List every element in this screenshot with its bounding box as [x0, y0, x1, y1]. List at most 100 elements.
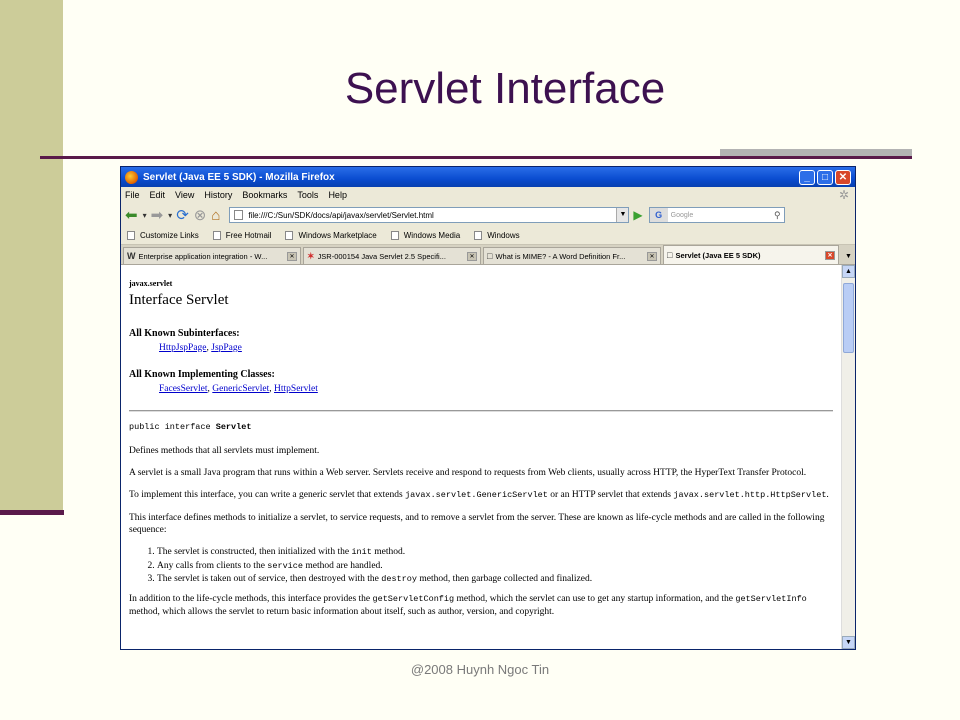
declaration-prefix: public interface	[129, 421, 216, 432]
tab-what-is-mime[interactable]: □ What is MIME? - A Word Definition Fr..…	[483, 247, 661, 264]
minimize-button[interactable]: _	[799, 169, 815, 185]
slide-footer: @2008 Huynh Ngoc Tin	[410, 662, 550, 677]
scroll-thumb[interactable]	[843, 283, 854, 353]
code-destroy: destroy	[381, 574, 417, 585]
link-httpservlet[interactable]: HttpServlet	[274, 384, 318, 394]
bookmarks-toolbar: Customize Links Free Hotmail Windows Mar…	[121, 227, 855, 245]
wikipedia-icon: W	[127, 251, 136, 261]
forward-icon[interactable]: ➡	[151, 206, 164, 224]
list-item: Any calls from clients to the service me…	[157, 560, 841, 572]
stop-icon[interactable]: ⊗	[194, 206, 207, 224]
menu-bookmarks[interactable]: Bookmarks	[242, 190, 287, 200]
text-run: method, which allows the servlet to retu…	[129, 606, 555, 617]
interface-declaration: public interface Servlet	[129, 422, 841, 433]
menu-history[interactable]: History	[204, 190, 232, 200]
bookmark-label: Windows Media	[403, 231, 461, 240]
forward-history-icon[interactable]: ▾	[168, 211, 172, 220]
declaration-name: Servlet	[215, 421, 252, 432]
page-icon	[390, 231, 399, 240]
home-icon[interactable]: ⌂	[211, 207, 220, 224]
scroll-down-icon[interactable]: ▼	[842, 636, 855, 649]
tab-close-icon[interactable]: ✕	[825, 250, 835, 260]
tab-label: Enterprise application integration - W..…	[138, 251, 268, 261]
text-run: method, then garbage collected and final…	[416, 574, 593, 585]
tab-bar: W Enterprise application integration - W…	[121, 245, 855, 265]
reload-icon[interactable]: ⟳	[176, 206, 189, 224]
interface-title: Interface Servlet	[129, 292, 229, 309]
link-httpjsppage[interactable]: HttpJspPage	[159, 343, 207, 353]
title-rule	[40, 156, 912, 159]
bookmark-item[interactable]: Windows Marketplace	[285, 231, 377, 240]
go-icon[interactable]: ▶	[633, 208, 642, 222]
url-text[interactable]: file:///C:/Sun/SDK/docs/api/javax/servle…	[248, 211, 616, 220]
subinterfaces-list: HttpJspPage, JspPage	[159, 342, 242, 353]
search-box[interactable]: G Google ⚲	[648, 207, 785, 223]
code-service: service	[267, 560, 303, 571]
code-init: init	[351, 547, 372, 558]
link-jsppage[interactable]: JspPage	[211, 343, 242, 353]
close-button[interactable]: ✕	[835, 169, 851, 185]
bookmark-item[interactable]: Customize Links	[127, 231, 199, 240]
tab-list-dropdown-icon[interactable]: ▼	[845, 253, 855, 264]
maximize-button[interactable]: □	[817, 169, 833, 185]
back-history-icon[interactable]: ▾	[143, 211, 147, 220]
tab-close-icon[interactable]: ✕	[287, 251, 297, 261]
throbber-icon: ✲	[838, 188, 849, 202]
bookmark-label: Customize Links	[140, 231, 199, 240]
bookmark-label: Free Hotmail	[225, 231, 272, 240]
menu-file[interactable]: File	[125, 190, 140, 200]
text-run: method, which the servlet can use to get…	[454, 594, 736, 605]
bookmark-item[interactable]: Free Hotmail	[212, 231, 272, 240]
bookmark-label: Windows Marketplace	[298, 231, 377, 240]
bookmark-label: Windows	[487, 231, 520, 240]
window-title: Servlet (Java EE 5 SDK) - Mozilla Firefo…	[143, 171, 335, 183]
search-placeholder[interactable]: Google	[671, 212, 774, 219]
search-icon[interactable]: ⚲	[774, 210, 781, 221]
lifecycle-list: The servlet is constructed, then initial…	[129, 546, 841, 585]
tab-label: Servlet (Java EE 5 SDK)	[675, 250, 761, 260]
bookmark-item[interactable]: Windows	[474, 231, 520, 240]
menu-tools[interactable]: Tools	[297, 190, 318, 200]
google-search-engine-icon[interactable]: G	[649, 208, 668, 222]
description-paragraph: This interface defines methods to initia…	[129, 512, 825, 535]
tab-enterprise-integration[interactable]: W Enterprise application integration - W…	[123, 247, 301, 264]
text-run: The servlet is constructed, then initial…	[157, 547, 352, 558]
tab-close-icon[interactable]: ✕	[647, 251, 657, 261]
url-dropdown-icon[interactable]: ▼	[616, 208, 629, 222]
code-genericservlet: javax.servlet.GenericServlet	[405, 490, 548, 501]
menu-help[interactable]: Help	[328, 190, 347, 200]
firefox-icon	[125, 170, 138, 184]
page-icon	[127, 231, 135, 240]
bookmark-item[interactable]: Windows Media	[390, 231, 461, 240]
text-run: The servlet is taken out of service, the…	[157, 574, 382, 585]
divider	[129, 409, 833, 412]
tab-label: What is MIME? - A Word Definition Fr...	[495, 251, 626, 261]
text-run: To implement this interface, you can wri…	[129, 490, 406, 501]
vertical-scrollbar[interactable]: ▲ ▼	[841, 265, 855, 649]
page-icon	[212, 231, 221, 240]
back-icon[interactable]: ⬅	[125, 206, 138, 224]
link-genericservlet[interactable]: GenericServlet	[212, 384, 269, 394]
browser-window: Servlet (Java EE 5 SDK) - Mozilla Firefo…	[120, 166, 856, 650]
tab-jsr-servlet-spec[interactable]: ✶ JSR-000154 Java Servlet 2.5 Specifi...…	[303, 247, 481, 264]
link-facesservlet[interactable]: FacesServlet	[159, 384, 208, 394]
window-titlebar[interactable]: Servlet (Java EE 5 SDK) - Mozilla Firefo…	[121, 167, 855, 187]
tab-label: JSR-000154 Java Servlet 2.5 Specifi...	[317, 251, 446, 261]
menu-view[interactable]: View	[175, 190, 194, 200]
menu-bar: File Edit View History Bookmarks Tools H…	[121, 187, 855, 203]
subinterfaces-label: All Known Subinterfaces:	[129, 327, 240, 339]
description-paragraph: A servlet is a small Java program that r…	[129, 467, 807, 478]
tab-servlet-javadoc[interactable]: □ Servlet (Java EE 5 SDK) ✕	[663, 245, 839, 264]
url-bar[interactable]: file:///C:/Sun/SDK/docs/api/javax/servle…	[229, 207, 630, 223]
description-paragraph: To implement this interface, you can wri…	[129, 489, 833, 501]
scroll-up-icon[interactable]: ▲	[842, 265, 855, 278]
page-icon: □	[667, 250, 673, 260]
left-accent-line	[0, 510, 64, 515]
menu-edit[interactable]: Edit	[150, 190, 166, 200]
implementing-classes-label: All Known Implementing Classes:	[129, 369, 275, 381]
code-httpservlet: javax.servlet.http.HttpServlet	[673, 490, 827, 501]
list-item: The servlet is taken out of service, the…	[157, 573, 841, 585]
code-getservletinfo: getServletInfo	[735, 594, 807, 605]
tab-close-icon[interactable]: ✕	[467, 251, 477, 261]
text-run: .	[826, 490, 829, 501]
